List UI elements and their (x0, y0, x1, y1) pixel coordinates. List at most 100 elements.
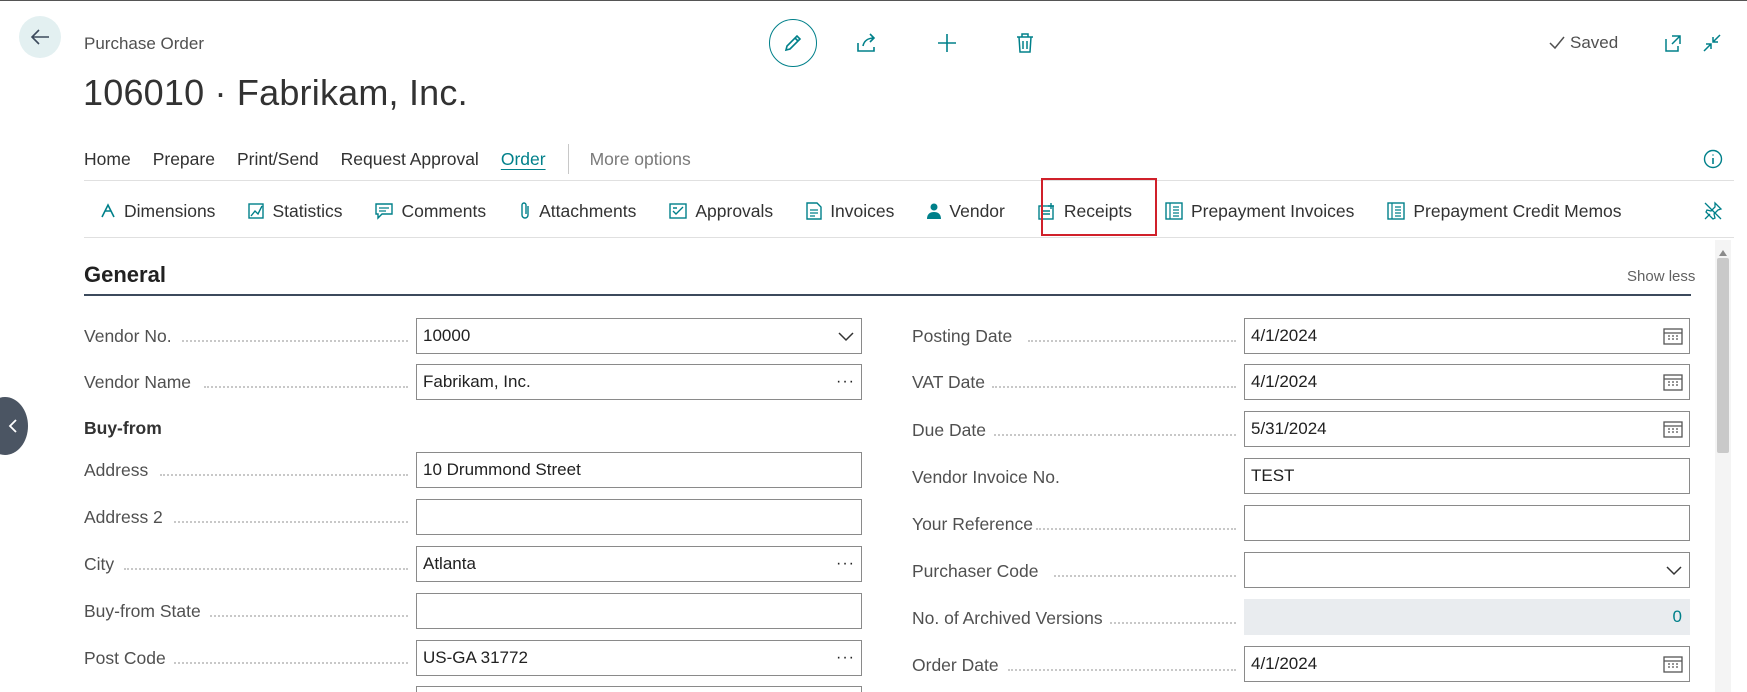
actions-divider (84, 237, 1734, 238)
action-approvals[interactable]: Approvals (668, 201, 773, 222)
edit-button[interactable] (769, 19, 817, 67)
chevron-left-icon (8, 419, 17, 433)
prepayment-credit-memos-icon (1387, 202, 1406, 220)
leader-dots (182, 340, 408, 342)
leader-dots (1028, 340, 1236, 342)
checkmark-icon (1549, 36, 1565, 50)
menu-print-send[interactable]: Print/Send (237, 149, 319, 170)
lookup-ellipsis-icon[interactable]: ··· (836, 649, 855, 667)
calendar-icon[interactable] (1663, 655, 1683, 673)
prepayment-invoices-icon (1165, 202, 1183, 220)
leader-dots (124, 568, 408, 570)
menu-home[interactable]: Home (84, 149, 131, 170)
buy-from-state-field[interactable] (416, 593, 862, 629)
unpin-actions-button[interactable] (1699, 198, 1727, 224)
vendor-name-field[interactable]: Fabrikam, Inc. ··· (416, 364, 862, 400)
calendar-icon[interactable] (1663, 420, 1683, 438)
field-label-posting-date: Posting Date (912, 326, 1013, 346)
order-date-field[interactable]: 4/1/2024 (1244, 646, 1690, 682)
action-statistics[interactable]: Statistics (247, 201, 342, 222)
chevron-down-icon (1666, 566, 1682, 576)
window-top-border (0, 0, 1747, 1)
page-caption: Purchase Order (84, 34, 204, 53)
action-prepayment-invoices[interactable]: Prepayment Invoices (1164, 201, 1354, 222)
show-less-link[interactable]: Show less (1627, 268, 1695, 285)
leader-dots (994, 434, 1236, 436)
collapse-button[interactable] (1698, 29, 1726, 57)
city-field[interactable]: Atlanta ··· (416, 546, 862, 582)
menu-more-options[interactable]: More options (590, 149, 691, 170)
action-vendor[interactable]: Vendor (926, 201, 1005, 222)
delete-button[interactable] (1010, 29, 1040, 57)
open-in-new-window-icon (1665, 35, 1681, 52)
menu-order[interactable]: Order (501, 149, 546, 170)
pencil-icon (784, 34, 802, 52)
action-prepayment-credit-memos[interactable]: Prepayment Credit Memos (1386, 201, 1622, 222)
leader-dots (992, 386, 1236, 388)
field-label-order-date: Order Date (912, 655, 999, 675)
action-attachments[interactable]: Attachments (518, 201, 636, 222)
menu-divider (84, 180, 1734, 181)
receipts-highlight-box (1041, 178, 1157, 236)
action-comments[interactable]: Comments (374, 201, 486, 222)
new-button[interactable] (932, 29, 962, 57)
field-label-your-reference: Your Reference (912, 514, 1033, 534)
approvals-icon (669, 203, 688, 219)
section-title-general: General (84, 262, 166, 287)
vendor-invoice-no-field[interactable]: TEST (1244, 458, 1690, 494)
info-icon (1703, 149, 1723, 169)
field-label-vendor-invoice-no: Vendor Invoice No. (912, 467, 1060, 487)
menu-prepare[interactable]: Prepare (153, 149, 215, 170)
lookup-ellipsis-icon[interactable]: ··· (836, 373, 855, 391)
comments-icon (375, 203, 394, 220)
promoted-actions-bar: Dimensions Statistics Comments Attachmen… (99, 198, 1654, 224)
arrow-left-icon (30, 29, 49, 45)
info-button[interactable] (1700, 146, 1726, 172)
posting-date-field[interactable]: 4/1/2024 (1244, 318, 1690, 354)
leader-dots (160, 474, 408, 476)
field-label-vendor-name: Vendor Name (84, 372, 192, 392)
share-button[interactable] (852, 29, 882, 57)
your-reference-field[interactable] (1244, 505, 1690, 541)
leader-dots (1008, 669, 1236, 671)
field-label-vat-date: VAT Date (912, 372, 985, 392)
open-new-window-button[interactable] (1659, 29, 1687, 57)
unpin-icon (1704, 201, 1723, 220)
field-label-post-code: Post Code (84, 648, 166, 668)
scrollbar-thumb[interactable] (1717, 258, 1729, 453)
vendor-no-field[interactable]: 10000 (416, 318, 862, 354)
menu-separator (567, 144, 569, 174)
next-field-partial[interactable] (416, 686, 862, 692)
vendor-icon (927, 203, 942, 219)
field-label-archived-versions: No. of Archived Versions (912, 608, 1103, 628)
section-underline (84, 294, 1691, 296)
calendar-icon[interactable] (1663, 327, 1683, 345)
purchaser-code-field[interactable] (1244, 552, 1690, 588)
plus-icon (938, 34, 956, 52)
leader-dots (204, 386, 408, 388)
page-title: 106010 · Fabrikam, Inc. (83, 72, 468, 113)
leader-dots (210, 615, 408, 617)
address-field[interactable]: 10 Drummond Street (416, 452, 862, 488)
field-label-vendor-no: Vendor No. (84, 326, 172, 346)
factbox-toggle-button[interactable] (0, 397, 28, 455)
archived-versions-value[interactable]: 0 (1244, 599, 1690, 635)
trash-icon (1017, 33, 1033, 53)
action-menu-bar: Home Prepare Print/Send Request Approval… (84, 144, 713, 174)
collapse-icon (1703, 34, 1721, 52)
vat-date-field[interactable]: 4/1/2024 (1244, 364, 1690, 400)
lookup-ellipsis-icon[interactable]: ··· (836, 555, 855, 573)
action-invoices[interactable]: Invoices (805, 201, 894, 222)
saved-status: Saved (1548, 33, 1618, 53)
calendar-icon[interactable] (1663, 373, 1683, 391)
back-button[interactable] (19, 16, 61, 58)
leader-dots (1054, 575, 1236, 577)
paperclip-icon (521, 202, 529, 219)
action-dimensions[interactable]: Dimensions (99, 201, 215, 222)
menu-request-approval[interactable]: Request Approval (341, 149, 479, 170)
due-date-field[interactable]: 5/31/2024 (1244, 411, 1690, 447)
address-2-field[interactable] (416, 499, 862, 535)
post-code-field[interactable]: US-GA 31772 ··· (416, 640, 862, 676)
invoices-icon (806, 202, 822, 220)
dimensions-icon (101, 203, 115, 218)
